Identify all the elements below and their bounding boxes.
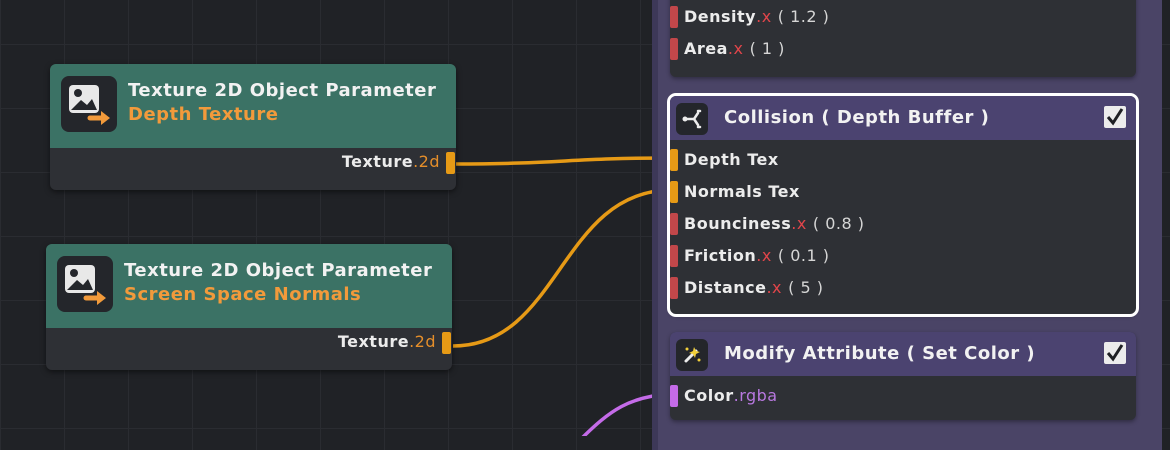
parameter-node-body: Texture.2d bbox=[50, 148, 456, 190]
slot-label: Friction.x ( 0.1 ) bbox=[684, 246, 830, 265]
block-collision[interactable]: Collision ( Depth Buffer ) Depth Tex Nor… bbox=[667, 93, 1139, 317]
slot-area[interactable]: Area.x ( 1 ) bbox=[670, 33, 1136, 65]
slot-label: Depth Tex bbox=[684, 150, 779, 169]
slot-name: Bounciness bbox=[684, 214, 792, 233]
slot-type: .rgba bbox=[733, 386, 778, 405]
texture-parameter-node-depth[interactable]: Texture 2D Object Parameter Depth Textur… bbox=[50, 64, 456, 190]
input-port[interactable] bbox=[670, 385, 678, 407]
output-slot-type: .2d bbox=[413, 152, 440, 171]
slot-normals-tex[interactable]: Normals Tex bbox=[670, 176, 1136, 208]
slot-name: Distance bbox=[684, 278, 767, 297]
slot-type: .x bbox=[791, 214, 807, 233]
parameter-node-title: Texture 2D Object Parameter bbox=[128, 80, 437, 101]
slot-label: Distance.x ( 5 ) bbox=[684, 278, 823, 297]
output-slot-label: Texture.2d bbox=[342, 152, 440, 171]
block-modify-attribute[interactable]: Modify Attribute ( Set Color ) Color.rgb… bbox=[670, 332, 1136, 420]
block-enabled-checkbox[interactable] bbox=[1104, 342, 1126, 364]
parameter-node-title: Texture 2D Object Parameter bbox=[124, 260, 433, 281]
input-port[interactable] bbox=[670, 181, 678, 203]
slot-type: .x bbox=[756, 7, 772, 26]
collision-icon bbox=[676, 103, 708, 135]
slot-name: Depth Tex bbox=[684, 150, 779, 169]
slot-friction[interactable]: Friction.x ( 0.1 ) bbox=[670, 240, 1136, 272]
block-enabled-checkbox[interactable] bbox=[1104, 106, 1126, 128]
slot-name: Area bbox=[684, 39, 728, 58]
input-port[interactable] bbox=[670, 277, 678, 299]
slot-label: Normals Tex bbox=[684, 182, 800, 201]
slot-value: ( 0.1 ) bbox=[777, 246, 830, 265]
slot-value: ( 5 ) bbox=[788, 278, 824, 297]
output-slot-name: Texture bbox=[341, 152, 414, 171]
input-port[interactable] bbox=[670, 38, 678, 60]
slot-name: Normals Tex bbox=[684, 182, 800, 201]
block-title: Collision ( Depth Buffer ) bbox=[724, 107, 990, 128]
slot-type: .x bbox=[727, 39, 744, 58]
slot-label: Color.rgba bbox=[684, 386, 778, 405]
output-slot-name: Texture bbox=[337, 332, 410, 351]
slot-label: Bounciness.x ( 0.8 ) bbox=[684, 214, 864, 233]
block-header[interactable]: Modify Attribute ( Set Color ) bbox=[670, 332, 1136, 376]
update-context[interactable]: Density.x ( 1.2 ) Area.x ( 1 ) Collision… bbox=[652, 0, 1162, 450]
texture-parameter-icon bbox=[57, 256, 113, 312]
context-border bbox=[652, 0, 658, 450]
slot-density[interactable]: Density.x ( 1.2 ) bbox=[670, 1, 1136, 33]
parameter-node-body: Texture.2d bbox=[46, 328, 452, 370]
slot-bounciness[interactable]: Bounciness.x ( 0.8 ) bbox=[670, 208, 1136, 240]
depth-texture-wire[interactable] bbox=[454, 156, 673, 166]
normals-texture-wire[interactable] bbox=[452, 188, 673, 348]
slot-distance[interactable]: Distance.x ( 5 ) bbox=[670, 272, 1136, 304]
slot-name: Density bbox=[684, 7, 757, 26]
output-slot-label: Texture.2d bbox=[338, 332, 436, 351]
slot-label: Density.x ( 1.2 ) bbox=[684, 7, 829, 26]
modify-attribute-icon bbox=[676, 339, 708, 371]
input-port[interactable] bbox=[670, 213, 678, 235]
input-port[interactable] bbox=[670, 245, 678, 267]
block-header[interactable]: Collision ( Depth Buffer ) bbox=[670, 96, 1136, 140]
input-port[interactable] bbox=[670, 149, 678, 171]
output-port[interactable] bbox=[446, 152, 455, 174]
slot-name: Friction bbox=[684, 246, 757, 265]
slot-value: ( 1.2 ) bbox=[777, 7, 830, 26]
slot-value: ( 0.8 ) bbox=[812, 214, 865, 233]
parameter-node-subtitle: Depth Texture bbox=[128, 104, 279, 125]
slot-color[interactable]: Color.rgba bbox=[670, 380, 1136, 412]
output-slot-type: .2d bbox=[409, 332, 436, 351]
texture-parameter-icon bbox=[61, 76, 117, 132]
output-port[interactable] bbox=[442, 332, 451, 354]
input-port[interactable] bbox=[670, 6, 678, 28]
slot-type: .x bbox=[756, 246, 772, 265]
slot-name: Color bbox=[684, 386, 734, 405]
block-partial-top[interactable]: Density.x ( 1.2 ) Area.x ( 1 ) bbox=[670, 0, 1136, 77]
slot-value: ( 1 ) bbox=[749, 39, 785, 58]
slot-type: .x bbox=[766, 278, 783, 297]
parameter-node-header[interactable]: Texture 2D Object Parameter Screen Space… bbox=[46, 244, 452, 328]
slot-label: Area.x ( 1 ) bbox=[684, 39, 785, 58]
texture-parameter-node-normals[interactable]: Texture 2D Object Parameter Screen Space… bbox=[46, 244, 452, 370]
slot-depth-tex[interactable]: Depth Tex bbox=[670, 144, 1136, 176]
parameter-node-subtitle: Screen Space Normals bbox=[124, 284, 362, 305]
block-title: Modify Attribute ( Set Color ) bbox=[724, 343, 1036, 364]
parameter-node-header[interactable]: Texture 2D Object Parameter Depth Textur… bbox=[50, 64, 456, 148]
